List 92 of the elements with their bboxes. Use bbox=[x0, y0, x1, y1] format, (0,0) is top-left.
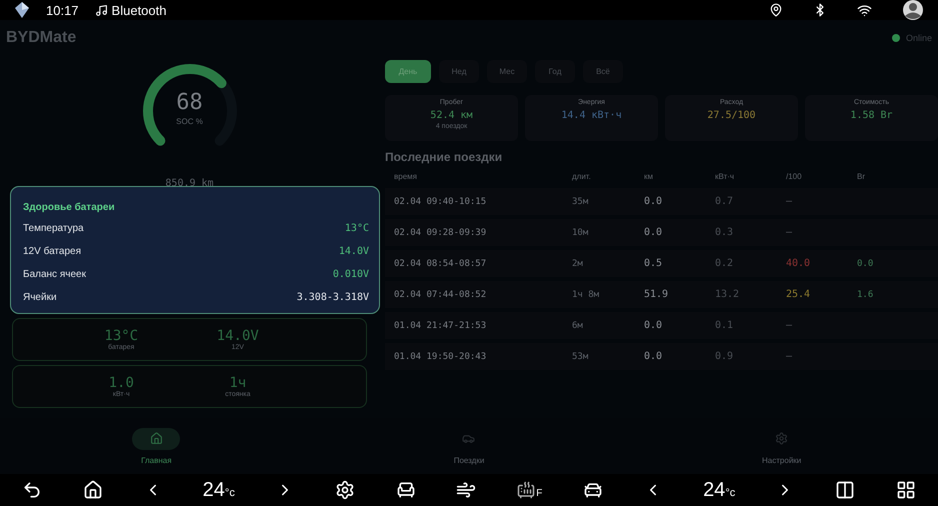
trip-duration: 35м bbox=[572, 196, 590, 206]
trip-distance: 0.0 bbox=[644, 196, 664, 207]
summary-value: 52.4 км bbox=[430, 110, 473, 121]
home-icon bbox=[150, 432, 163, 445]
column-header: км bbox=[644, 172, 654, 180]
stat-value: 13°C bbox=[104, 328, 138, 344]
settings-icon[interactable] bbox=[334, 480, 355, 500]
trip-time: 02.04 07:44-08:52 bbox=[394, 290, 488, 300]
trip-consumption: 25.4 bbox=[786, 289, 812, 300]
avatar-icon[interactable] bbox=[902, 0, 924, 20]
left-temperature: 24°c bbox=[202, 478, 235, 502]
settings-icon bbox=[775, 432, 788, 445]
wifi-icon bbox=[857, 2, 872, 18]
nav-item[interactable]: Настройки bbox=[625, 418, 938, 474]
app-title: BYDMate bbox=[6, 29, 76, 47]
trip-cost: 1.6 bbox=[857, 290, 874, 300]
column-header: кВт·ч bbox=[715, 172, 736, 180]
trip-consumption: — bbox=[786, 227, 794, 238]
trip-duration: 2м bbox=[572, 258, 584, 268]
gauge-value: 68 bbox=[176, 90, 203, 115]
stat-value: 1.0 bbox=[108, 375, 134, 391]
location-icon bbox=[769, 3, 783, 17]
trip-row[interactable]: 02.04 09:28-09:39 10м 0.0 0.3 — bbox=[385, 219, 938, 246]
trip-time: 02.04 08:54-08:57 bbox=[394, 258, 488, 268]
seat-icon[interactable] bbox=[396, 480, 416, 500]
trip-row[interactable]: 02.04 07:44-08:52 1ч 8м 51.9 13.2 25.4 1.6 bbox=[385, 281, 938, 308]
popup-title: Здоровье батареи bbox=[23, 200, 116, 214]
trip-time: 01.04 19:50-20:43 bbox=[394, 352, 488, 362]
health-label: 12V батарея bbox=[23, 246, 81, 257]
health-value: 0.010V bbox=[332, 269, 369, 280]
trip-consumption: — bbox=[786, 196, 794, 207]
trip-time: 01.04 21:47-21:53 bbox=[394, 320, 488, 330]
trip-distance: 0.0 bbox=[644, 320, 664, 331]
clock-time: 10:17 bbox=[46, 2, 79, 18]
summary-value: 1.58 Br bbox=[850, 110, 893, 121]
trip-duration: 10м bbox=[572, 228, 590, 238]
media-source: Bluetooth bbox=[112, 2, 166, 18]
nav-item[interactable]: Главная bbox=[0, 418, 313, 474]
trip-distance: 51.9 bbox=[644, 289, 670, 300]
column-header: время bbox=[394, 172, 418, 180]
trip-duration: 53м bbox=[572, 352, 590, 362]
stat-value: 14.0V bbox=[216, 328, 259, 344]
trip-energy: 0.3 bbox=[715, 227, 734, 238]
airflow-icon[interactable] bbox=[456, 480, 476, 500]
trip-distance: 0.0 bbox=[644, 351, 664, 362]
trip-energy: 0.2 bbox=[715, 258, 734, 269]
column-header: длит. bbox=[572, 172, 592, 180]
trip-distance: 0.5 bbox=[644, 258, 664, 269]
health-label: Ячейки bbox=[23, 292, 57, 303]
trip-distance: 0.0 bbox=[644, 227, 664, 238]
trip-time: 02.04 09:28-09:39 bbox=[394, 228, 488, 238]
trip-energy: 0.1 bbox=[715, 320, 734, 331]
health-value: 13°C bbox=[344, 223, 369, 234]
trip-energy: 13.2 bbox=[715, 289, 740, 300]
summary-value: 14.4 кВт·ч bbox=[561, 110, 622, 121]
trip-duration: 6м bbox=[572, 320, 584, 330]
trip-row[interactable]: 01.04 21:47-21:53 6м 0.0 0.1 — bbox=[385, 312, 938, 339]
trip-consumption: 40.0 bbox=[786, 258, 812, 269]
stat-value: 1ч bbox=[229, 375, 246, 391]
temperature-unit: °c bbox=[224, 486, 235, 498]
home-icon[interactable] bbox=[82, 480, 103, 500]
health-value: 3.308-3.318V bbox=[296, 292, 369, 303]
defrost-button[interactable]: F bbox=[517, 481, 542, 499]
split-screen-icon[interactable] bbox=[835, 480, 855, 500]
gauge-label: SOC % bbox=[176, 117, 203, 126]
connection-status: Online bbox=[906, 33, 932, 43]
column-header: Br bbox=[857, 172, 866, 180]
health-label: Баланс ячеек bbox=[23, 269, 86, 280]
trip-row[interactable]: 02.04 08:54-08:57 2м 0.5 0.2 40.0 0.0 bbox=[385, 250, 938, 277]
nav-item[interactable]: Поездки bbox=[312, 418, 626, 474]
section-title: Последние поездки bbox=[385, 150, 504, 164]
right-temperature: 24°c bbox=[703, 478, 736, 502]
temperature-unit: °c bbox=[725, 486, 736, 498]
diamond-logo-icon bbox=[14, 2, 30, 18]
trip-energy: 0.7 bbox=[715, 196, 734, 207]
trip-time: 02.04 09:40-10:15 bbox=[394, 196, 488, 206]
back-icon[interactable] bbox=[22, 480, 42, 500]
trip-row[interactable]: 02.04 09:40-10:15 35м 0.0 0.7 — bbox=[385, 188, 938, 215]
trip-consumption: — bbox=[786, 320, 794, 331]
health-value: 14.0V bbox=[338, 246, 369, 257]
column-header: /100 bbox=[786, 172, 803, 180]
trip-energy: 0.9 bbox=[715, 351, 734, 362]
trip-row[interactable]: 01.04 19:50-20:43 53м 0.0 0.9 — bbox=[385, 343, 938, 370]
grid-icon[interactable] bbox=[896, 480, 916, 500]
range-value: 850.9 km bbox=[165, 178, 214, 191]
music-note-icon bbox=[94, 4, 108, 16]
trip-cost: 0.0 bbox=[857, 258, 874, 268]
defrost-icon bbox=[517, 481, 536, 499]
health-label: Температура bbox=[23, 223, 84, 234]
trip-consumption: — bbox=[786, 351, 794, 362]
trip-duration: 1ч 8м bbox=[572, 290, 600, 300]
summary-value: 27.5/100 bbox=[707, 110, 756, 121]
